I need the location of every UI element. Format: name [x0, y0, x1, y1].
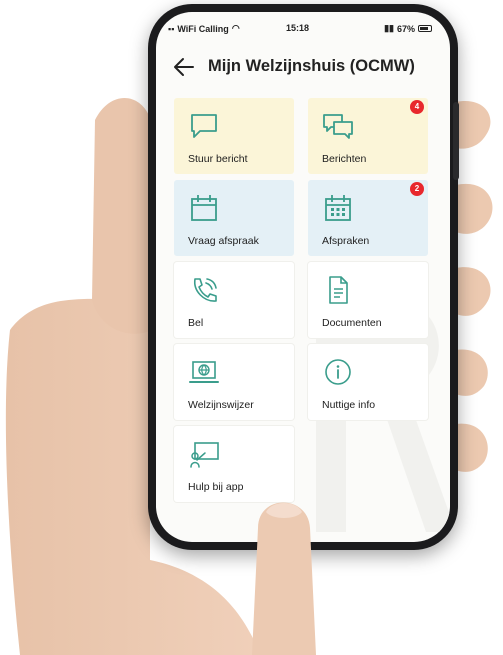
tile-bel[interactable]: Bel [174, 262, 294, 338]
document-icon [329, 276, 348, 304]
calendar-icon [191, 195, 217, 221]
tile-label: Documenten [322, 317, 382, 329]
info-icon [325, 359, 351, 385]
phone-button [453, 102, 459, 180]
tile-label: Afspraken [322, 235, 370, 247]
tile-label: Berichten [322, 153, 367, 165]
tile-vraag-afspraak[interactable]: Vraag afspraak [174, 180, 294, 256]
battery-icon [418, 25, 432, 32]
phone-icon [194, 278, 217, 302]
calendar-grid-icon [325, 195, 351, 221]
appointments-badge: 2 [410, 182, 424, 196]
tile-label: Vraag afspraak [188, 235, 259, 247]
status-bar: ▪▪ WiFi Calling ◠ 15:18 ▮▮ 67% [156, 12, 450, 40]
tile-documenten[interactable]: Documenten [308, 262, 428, 338]
presentation-icon [190, 442, 219, 468]
tile-afspraken[interactable]: 2 Afspraken [308, 180, 428, 256]
page-title: Mijn Welzijnshuis (OCMW) [208, 57, 415, 75]
tile-stuur-bericht[interactable]: Stuur bericht [174, 98, 294, 174]
unread-badge: 4 [410, 100, 424, 114]
tile-label: Hulp bij app [188, 481, 244, 493]
signal-bars-icon: ▮▮ [384, 23, 394, 33]
signal-icon: ▪▪ [168, 23, 175, 34]
phone-screen: ▪▪ WiFi Calling ◠ 15:18 ▮▮ 67% Mijn Welz… [156, 12, 450, 542]
tile-label: Nuttige info [322, 399, 376, 411]
tile-label: Bel [188, 317, 204, 329]
tile-berichten[interactable]: 4 Berichten [308, 98, 428, 174]
laptop-globe-icon [189, 361, 219, 383]
chat-bubble-icon [191, 114, 217, 138]
back-arrow-icon[interactable] [172, 56, 196, 78]
tile-hulp-bij-app[interactable]: Hulp bij app [174, 426, 294, 502]
tile-nuttige-info[interactable]: Nuttige info [308, 344, 428, 420]
wifi-icon: ◠ [231, 23, 240, 33]
tile-label: Welzijnswijzer [188, 399, 254, 411]
tile-label: Stuur bericht [188, 153, 248, 165]
carrier-label: WiFi Calling [177, 23, 229, 34]
chat-bubbles-icon [323, 114, 353, 139]
app-header: Mijn Welzijnshuis (OCMW) [156, 52, 450, 82]
battery-percent: 67% [396, 23, 415, 34]
tile-welzijnswijzer[interactable]: Welzijnswijzer [174, 344, 294, 420]
status-time: 15:18 [286, 23, 310, 33]
